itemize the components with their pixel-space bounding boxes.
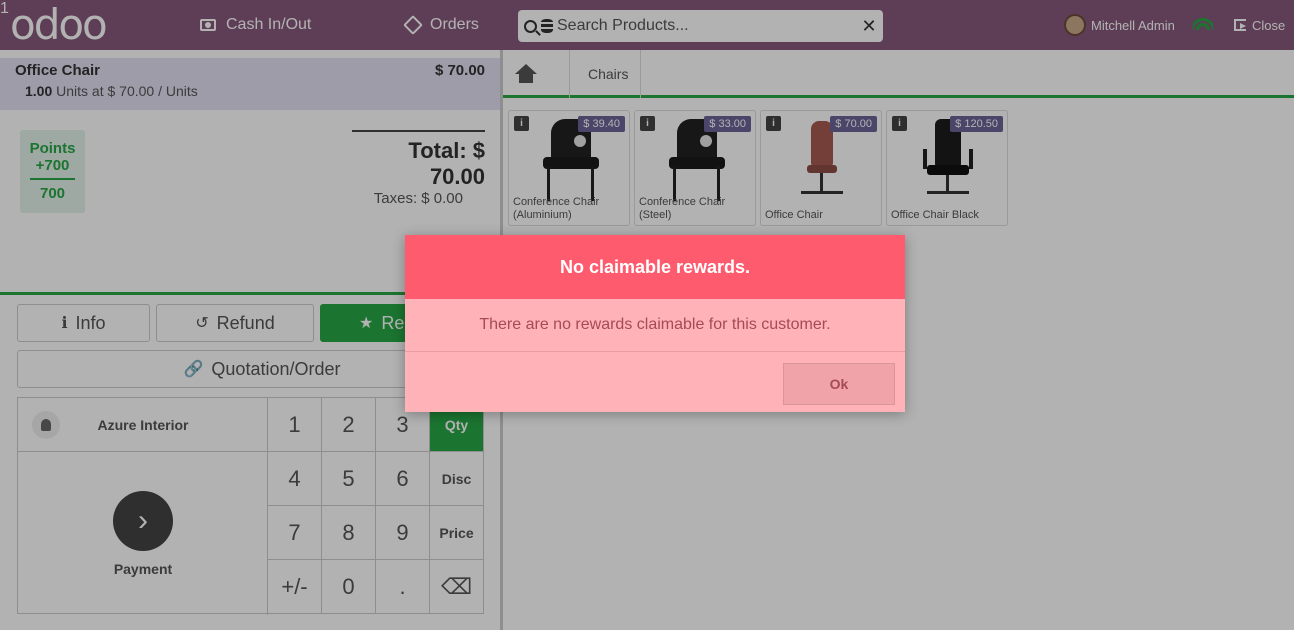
dialog-body: There are no rewards claimable for this … — [405, 299, 905, 352]
pos-app: odoo Cash In/Out Orders 1 Search Product… — [0, 0, 1294, 630]
no-rewards-dialog: No claimable rewards. There are no rewar… — [405, 235, 905, 412]
ok-button[interactable]: Ok — [783, 363, 895, 405]
dialog-title: No claimable rewards. — [405, 235, 905, 299]
